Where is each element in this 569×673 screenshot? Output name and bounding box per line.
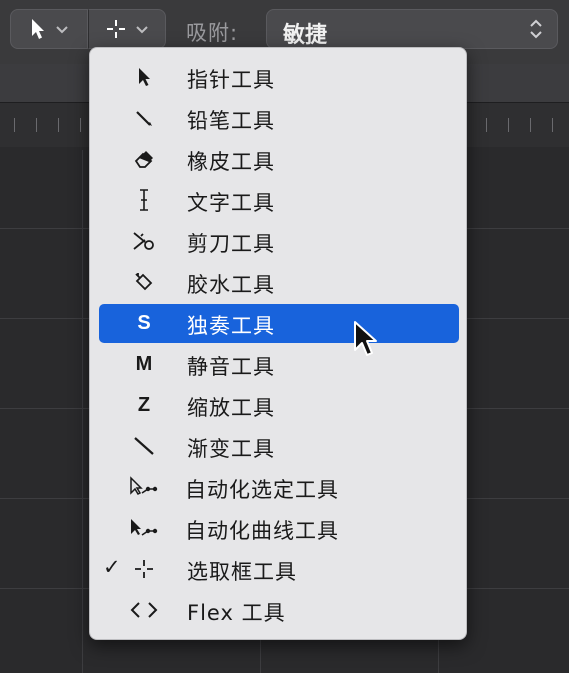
menu-item-flex-tool[interactable]: Flex 工具 xyxy=(99,591,459,630)
menu-item-mute-tool[interactable]: M 静音工具 xyxy=(99,345,459,384)
menu-item-label: 橡皮工具 xyxy=(187,150,275,174)
chevron-down-icon xyxy=(56,26,68,34)
menu-item-scissors-tool[interactable]: 剪刀工具 xyxy=(99,222,459,261)
ruler-tick xyxy=(58,118,59,132)
fade-icon xyxy=(129,432,159,460)
eraser-icon xyxy=(129,145,159,173)
menu-item-text-tool[interactable]: 文字工具 xyxy=(99,181,459,220)
menu-item-label: 文字工具 xyxy=(187,191,275,215)
snap-label: 吸附: xyxy=(186,21,239,45)
menu-item-zoom-tool[interactable]: Z 缩放工具 xyxy=(99,386,459,425)
pointer-icon xyxy=(129,63,159,91)
glue-icon xyxy=(129,268,159,296)
ruler-tick xyxy=(80,118,81,132)
snap-select[interactable]: 敏捷 xyxy=(266,9,558,49)
marquee-crosshair-icon xyxy=(129,555,159,583)
menu-item-marquee-tool[interactable]: ✓ 选取框工具 xyxy=(99,550,459,589)
ruler-tick xyxy=(14,118,15,132)
ruler-tick xyxy=(530,118,531,132)
snap-value: 敏捷 xyxy=(283,23,328,48)
mute-m-icon: M xyxy=(135,352,153,375)
text-cursor-icon xyxy=(129,186,159,214)
menu-item-label: 胶水工具 xyxy=(187,273,275,297)
chevron-updown-icon xyxy=(530,19,542,39)
ruler-tick xyxy=(36,118,37,132)
menu-item-label: 渐变工具 xyxy=(187,437,275,461)
scissors-icon xyxy=(129,227,159,255)
menu-item-label: 剪刀工具 xyxy=(187,232,275,256)
mouse-cursor-icon xyxy=(354,321,377,356)
menu-item-label: 自动化选定工具 xyxy=(185,478,339,502)
ruler-tick xyxy=(508,118,509,132)
menu-item-label: 铅笔工具 xyxy=(187,109,275,133)
automation-select-icon xyxy=(129,473,159,501)
ruler-tick xyxy=(486,118,487,132)
flex-icon xyxy=(129,596,159,624)
menu-item-automation-curve-tool[interactable]: 自动化曲线工具 xyxy=(99,509,459,548)
menu-item-pointer-tool[interactable]: 指针工具 xyxy=(99,58,459,97)
menu-item-label: 独奏工具 xyxy=(187,314,275,338)
automation-curve-icon xyxy=(129,514,159,542)
grid-line xyxy=(82,150,83,673)
menu-item-label: 选取框工具 xyxy=(187,560,297,584)
menu-item-glue-tool[interactable]: 胶水工具 xyxy=(99,263,459,302)
chevron-down-icon xyxy=(136,26,148,34)
ruler-tick xyxy=(552,118,553,132)
menu-item-fade-tool[interactable]: 渐变工具 xyxy=(99,427,459,466)
menu-item-label: 指针工具 xyxy=(187,68,275,92)
menu-item-label: 静音工具 xyxy=(187,355,275,379)
pencil-icon xyxy=(129,104,159,132)
pointer-icon xyxy=(32,19,44,39)
menu-item-automation-select-tool[interactable]: 自动化选定工具 xyxy=(99,468,459,507)
menu-item-solo-tool[interactable]: S 独奏工具 xyxy=(99,304,459,343)
menu-item-eraser-tool[interactable]: 橡皮工具 xyxy=(99,140,459,179)
menu-item-label: 缩放工具 xyxy=(187,396,275,420)
solo-s-icon: S xyxy=(137,311,151,334)
menu-item-label: 自动化曲线工具 xyxy=(185,519,339,543)
left-click-tool-button[interactable] xyxy=(10,9,88,49)
command-click-tool-button[interactable] xyxy=(88,9,166,49)
menu-item-label: Flex 工具 xyxy=(187,601,286,625)
tool-menu: 指针工具 铅笔工具 橡皮工具 文字工具 剪刀工具 胶水工具 S 独奏工具 M 静… xyxy=(89,47,467,640)
marquee-crosshair-icon xyxy=(107,20,125,38)
checkmark-icon: ✓ xyxy=(103,555,121,579)
menu-item-pencil-tool[interactable]: 铅笔工具 xyxy=(99,99,459,138)
zoom-z-icon: Z xyxy=(137,393,151,416)
